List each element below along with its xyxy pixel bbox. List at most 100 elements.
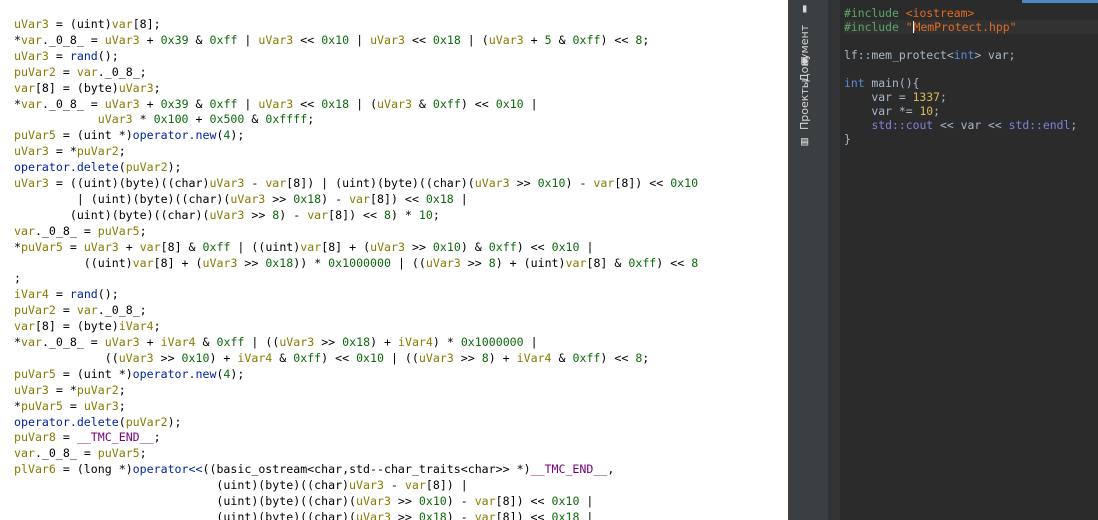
decompiler-token <box>14 112 98 126</box>
decompiler-pane[interactable]: uVar3 = (uint)var[8]; *var._0_8_ = uVar3 … <box>0 0 788 520</box>
editor-line[interactable]: var *= 10; <box>844 104 1098 118</box>
decompiler-line[interactable]: *var._0_8_ = uVar3 + iVar4 & 0xff | ((uV… <box>14 334 538 350</box>
editor-token: ; <box>1070 118 1078 132</box>
decompiler-token: >> <box>237 255 266 270</box>
editor-line[interactable] <box>844 34 1098 48</box>
decompiler-token: = <box>62 239 84 254</box>
decompiler-line[interactable]: *puVar5 = uVar3; <box>14 398 126 414</box>
decompiler-line[interactable]: operator.delete(puVar2); <box>14 414 182 430</box>
decompiler-line[interactable]: var[8] = (byte)uVar3; <box>14 80 161 96</box>
decompiler-token: uVar3 <box>14 144 49 159</box>
editor-token: std::endl <box>1008 118 1071 132</box>
decompiler-token: var <box>76 64 98 79</box>
decompiler-token: | <box>349 32 371 47</box>
editor-line[interactable] <box>844 62 1098 76</box>
decompiler-token: 0x18 <box>293 191 322 206</box>
decompiler-token: [8] = (byte) <box>34 80 119 95</box>
decompiler-token: - <box>244 176 266 190</box>
decompiler-line[interactable]: puVar5 = (uint *)operator.new(4); <box>14 127 244 143</box>
decompiler-line[interactable]: (uint)(byte)((char)(uVar3 >> 8) - var[8]… <box>14 207 440 223</box>
decompiler-line[interactable]: uVar3 = ((uint)(byte)((char)uVar3 - var[… <box>14 175 698 191</box>
decompiler-line[interactable]: | (uint)(byte)((char)(uVar3 >> 0x18) - v… <box>14 191 468 207</box>
editor-line[interactable]: } <box>844 132 1098 146</box>
decompiler-line[interactable]: *puVar5 = uVar3 + var[8] & 0xff | ((uint… <box>14 239 593 255</box>
decompiler-token: 0x18 <box>342 335 371 349</box>
decompiler-token: 0x10 <box>551 239 580 254</box>
decompiler-token: << <box>293 32 322 47</box>
folder-icon[interactable]: ▣ <box>801 54 813 66</box>
editor-gutter <box>828 0 840 520</box>
decompiler-token: [8] = (byte) <box>34 319 119 334</box>
decompiler-token: 0xff <box>216 335 245 349</box>
code-editor[interactable]: #include <iostream> #include "MemProtect.… <box>828 0 1098 520</box>
decompiler-token: uVar3 <box>488 32 524 47</box>
editor-line[interactable]: std::cout << var << std::endl; <box>844 118 1098 132</box>
decompiler-token: >> <box>460 255 489 270</box>
projects-icon[interactable]: ▤ <box>801 135 813 147</box>
editor-line[interactable]: int main(){ <box>844 76 1098 90</box>
decompiler-line[interactable]: ((uVar3 >> 0x10) + iVar4 & 0xff) << 0x10… <box>14 350 650 366</box>
decompiler-token: var <box>474 494 496 508</box>
decompiler-token: ; <box>153 430 161 445</box>
decompiler-line[interactable]: ; <box>14 270 21 286</box>
decompiler-token: & <box>188 96 210 111</box>
decompiler-token: * <box>14 335 21 349</box>
decompiler-token: [8] & <box>160 239 203 254</box>
decompiler-token: uVar3 <box>14 17 49 31</box>
decompiler-line[interactable]: var[8] = (byte)iVar4; <box>14 318 161 334</box>
decompiler-line[interactable]: puVar8 = __TMC_END__; <box>14 429 161 445</box>
decompiler-token: puVar2 <box>14 64 56 79</box>
decompiler-token: uVar3 <box>209 207 245 222</box>
decompiler-token: 0x18 <box>432 32 461 47</box>
decompiler-line[interactable]: (uint)(byte)((char)(uVar3 >> 0x18) - var… <box>14 509 593 520</box>
decompiler-token: * <box>132 112 154 127</box>
decompiler-token: ) << <box>516 239 552 254</box>
decompiler-line[interactable]: uVar3 = (uint)var[8]; <box>14 16 161 32</box>
decompiler-token: | ( <box>460 32 489 47</box>
decompiler-line[interactable]: plVar6 = (long *)operator<<((basic_ostre… <box>14 461 614 477</box>
decompiler-token: | (( <box>390 255 426 270</box>
decompiler-token: operator.delete <box>14 160 119 175</box>
decompiler-token: ); <box>167 160 182 175</box>
decompiler-token: uVar3 <box>97 112 133 127</box>
decompiler-token: var <box>14 80 35 95</box>
document-icon[interactable]: ▮ <box>801 2 813 14</box>
decompiler-token: >> <box>390 494 419 508</box>
decompiler-line[interactable]: ((uint)var[8] + (uVar3 >> 0x18)) * 0x100… <box>14 255 698 271</box>
decompiler-token: (uint)(byte)((char) <box>14 478 350 493</box>
decompiler-token: iVar4 <box>160 335 196 349</box>
editor-token: int <box>953 48 975 62</box>
decompiler-token: [8] & <box>586 255 629 270</box>
decompiler-token: >> <box>405 239 433 254</box>
decompiler-token: ); <box>167 414 182 429</box>
decompiler-line[interactable]: *var._0_8_ = uVar3 + 0x39 & 0xff | uVar3… <box>14 32 649 48</box>
editor-line[interactable]: var = 1337; <box>844 90 1098 104</box>
decompiler-line[interactable]: uVar3 = *puVar2; <box>14 143 126 159</box>
decompiler-token: var <box>349 191 371 206</box>
decompiler-token: 0xff <box>488 239 517 254</box>
decompiler-line[interactable]: puVar2 = var._0_8_; <box>14 64 147 80</box>
tab-projects[interactable]: Проекты <box>798 80 811 131</box>
editor-line[interactable]: #include "MemProtect.hpp" <box>844 20 1098 34</box>
decompiler-line[interactable]: uVar3 = *puVar2; <box>14 382 126 398</box>
decompiler-token: var <box>139 239 161 254</box>
decompiler-token: var <box>474 509 496 520</box>
decompiler-line[interactable]: puVar2 = var._0_8_; <box>14 302 147 318</box>
decompiler-line[interactable]: uVar3 * 0x100 + 0x500 & 0xffff; <box>14 111 314 127</box>
decompiler-token: iVar4 <box>397 335 433 349</box>
editor-line[interactable]: lf::mem_protect<int> var; <box>844 48 1098 62</box>
decompiler-line[interactable]: (uint)(byte)((char)uVar3 - var[8]) | <box>14 477 467 493</box>
decompiler-token: = <box>55 64 77 79</box>
decompiler-line[interactable]: var._0_8_ = puVar5; <box>14 445 147 461</box>
decompiler-line[interactable]: (uint)(byte)((char)(uVar3 >> 0x10) - var… <box>14 493 593 509</box>
editor-line[interactable]: #include <iostream> <box>844 6 1098 20</box>
decompiler-token: << <box>293 96 322 111</box>
decompiler-line[interactable]: puVar5 = (uint *)operator.new(4); <box>14 366 244 382</box>
decompiler-line[interactable]: operator.delete(puVar2); <box>14 159 182 175</box>
decompiler-line[interactable]: *var._0_8_ = uVar3 + 0x39 & 0xff | uVar3… <box>14 96 538 112</box>
decompiler-token: puVar5 <box>20 239 63 254</box>
decompiler-line[interactable]: uVar3 = rand(); <box>14 48 119 64</box>
decompiler-line[interactable]: iVar4 = rand(); <box>14 286 119 302</box>
decompiler-token: * <box>14 32 21 47</box>
decompiler-line[interactable]: var._0_8_ = puVar5; <box>14 223 147 239</box>
